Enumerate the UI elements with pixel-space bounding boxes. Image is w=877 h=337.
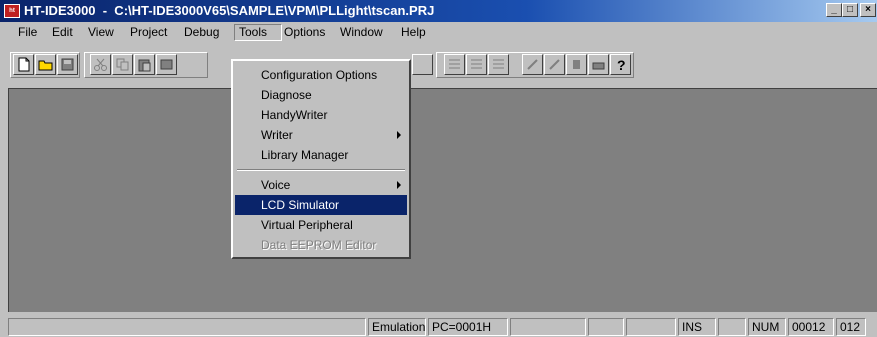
open-folder-icon: [38, 60, 53, 71]
menu-item-configuration-options[interactable]: Configuration Options: [235, 65, 407, 85]
open-file-button[interactable]: [35, 54, 56, 75]
menu-item-data-eeprom-editor: Data EEPROM Editor: [261, 238, 377, 252]
status-bar: Emulation PC=0001H INS NUM 00012 012: [0, 314, 877, 337]
toolbar: ?: [0, 42, 877, 86]
help-question-icon: ?: [617, 57, 626, 72]
status-line: 00012: [788, 318, 834, 336]
title-bar[interactable]: ht HT-IDE3000 - C:\HT-IDE3000V65\SAMPLE\…: [0, 0, 877, 22]
menu-item-lcd-simulator[interactable]: LCD Simulator: [235, 195, 407, 215]
menu-debug[interactable]: Debug: [180, 24, 223, 41]
menu-item-diagnose[interactable]: Diagnose: [235, 85, 407, 105]
menu-bar: File Edit View Project Debug Tools Optio…: [0, 22, 877, 42]
menu-item-voice-label: Voice: [261, 178, 291, 192]
status-message: [8, 318, 366, 336]
print-button[interactable]: [588, 54, 609, 75]
save-disk-icon: [61, 58, 74, 71]
menu-edit[interactable]: Edit: [48, 24, 77, 41]
watch-button[interactable]: [566, 54, 587, 75]
maximize-button[interactable]: □: [842, 3, 858, 17]
status-empty-1: [510, 318, 586, 336]
submenu-arrow-icon: [397, 181, 401, 189]
status-empty-3: [626, 318, 676, 336]
menu-window[interactable]: Window: [336, 24, 387, 41]
status-ins: INS: [678, 318, 716, 336]
clear-breakpoint-icon: [549, 59, 560, 70]
menu-item-voice[interactable]: Voice: [235, 175, 407, 195]
printer-icon: [592, 62, 605, 70]
menu-options[interactable]: Options: [280, 24, 329, 41]
help-button[interactable]: ?: [610, 54, 631, 75]
step-over-icon: [471, 59, 482, 69]
breakpoint-icon: [527, 59, 538, 70]
menu-project[interactable]: Project: [126, 24, 171, 41]
copy-icon: [116, 58, 129, 71]
status-mode: Emulation: [368, 318, 426, 336]
build-icon: [160, 59, 173, 70]
menu-help[interactable]: Help: [397, 24, 430, 41]
status-col: 012: [836, 318, 866, 336]
menu-item-library-manager[interactable]: Library Manager: [235, 145, 407, 165]
menu-tools[interactable]: Tools: [234, 24, 282, 41]
blank-icon: [415, 57, 430, 72]
new-file-button[interactable]: [13, 54, 34, 75]
scissors-icon: [94, 58, 107, 71]
status-num: NUM: [748, 318, 786, 336]
menu-item-handywriter[interactable]: HandyWriter: [235, 105, 407, 125]
window-title: HT-IDE3000 - C:\HT-IDE3000V65\SAMPLE\VPM…: [24, 3, 435, 18]
step-out-button[interactable]: [488, 54, 509, 75]
menu-item-writer-label: Writer: [261, 128, 293, 142]
breakpoint-button[interactable]: [522, 54, 543, 75]
save-file-button[interactable]: [57, 54, 78, 75]
menu-item-virtual-peripheral[interactable]: Virtual Peripheral: [235, 215, 407, 235]
paste-icon: [138, 59, 151, 72]
step-over-button[interactable]: [466, 54, 487, 75]
new-file-icon: [18, 57, 30, 72]
menu-item-writer[interactable]: Writer: [235, 125, 407, 145]
minimize-button[interactable]: _: [826, 3, 842, 17]
close-button[interactable]: ×: [860, 3, 876, 17]
watch-icon: [573, 60, 580, 69]
menu-view[interactable]: View: [84, 24, 118, 41]
status-pc: PC=0001H: [428, 318, 508, 336]
tools-menu: Configuration Options Diagnose HandyWrit…: [231, 59, 411, 259]
paste-button[interactable]: [134, 54, 155, 75]
copy-button[interactable]: [112, 54, 133, 75]
step-out-icon: [493, 59, 504, 69]
step-into-icon: [449, 59, 460, 69]
menu-separator: [237, 169, 405, 171]
clear-breakpoint-button[interactable]: [544, 54, 565, 75]
submenu-arrow-icon: [397, 131, 401, 139]
step-into-button[interactable]: [444, 54, 465, 75]
status-empty-2: [588, 318, 624, 336]
build-button[interactable]: [156, 54, 177, 75]
status-empty-4: [718, 318, 746, 336]
app-icon[interactable]: ht: [4, 4, 20, 18]
mdi-workspace[interactable]: [8, 88, 877, 312]
svg-text:?: ?: [617, 57, 626, 72]
cut-button[interactable]: [90, 54, 111, 75]
toolbar-button-a[interactable]: [412, 54, 433, 75]
menu-file[interactable]: File: [14, 24, 41, 41]
